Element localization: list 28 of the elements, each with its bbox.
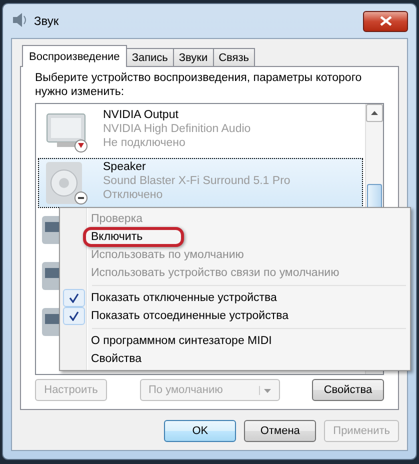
- device-row[interactable]: NVIDIA Output NVIDIA High Definition Audio Не подключено: [38, 106, 363, 156]
- close-icon: [380, 16, 392, 26]
- button[interactable]: Отмена: [244, 420, 316, 442]
- instruction-text: Выберите устройство воспроизведения, параметры которого нужно изменить:: [35, 71, 363, 99]
- device-name: Speaker: [103, 160, 147, 174]
- tab[interactable]: Связь: [212, 48, 256, 66]
- button[interactable]: Свойства: [312, 379, 384, 401]
- close-button[interactable]: [363, 10, 408, 32]
- button[interactable]: OK: [164, 420, 236, 442]
- window-title: Звук: [34, 14, 60, 28]
- tab[interactable]: Звуки: [172, 48, 214, 66]
- device-row[interactable]: Speaker Sound Blaster X-Fi Surround 5.1 Pro Отключено: [38, 158, 363, 208]
- device-status: Не подключено: [103, 136, 186, 150]
- tab[interactable]: Запись: [126, 48, 174, 66]
- tab[interactable]: Воспроизведение: [22, 45, 127, 67]
- device-name: NVIDIA Output: [103, 108, 180, 122]
- menu-item[interactable]: Показать отсоединенные устройства: [91, 310, 288, 322]
- menu-item[interactable]: Показать отключенные устройства: [91, 292, 277, 304]
- device-description: Sound Blaster X-Fi Surround 5.1 Pro: [103, 174, 290, 188]
- speaker-icon: [43, 160, 89, 206]
- device-description: NVIDIA High Definition Audio: [103, 122, 251, 136]
- menu-item[interactable]: О программном синтезаторе MIDI: [91, 335, 272, 347]
- menu-item[interactable]: Включить: [83, 227, 184, 247]
- menu-item[interactable]: Свойства: [91, 353, 142, 365]
- up-arrow-icon: [371, 111, 378, 115]
- device-status: Отключено: [103, 188, 164, 202]
- dropdown-arrow-icon: [258, 386, 270, 394]
- scroll-up-button[interactable]: [366, 104, 383, 122]
